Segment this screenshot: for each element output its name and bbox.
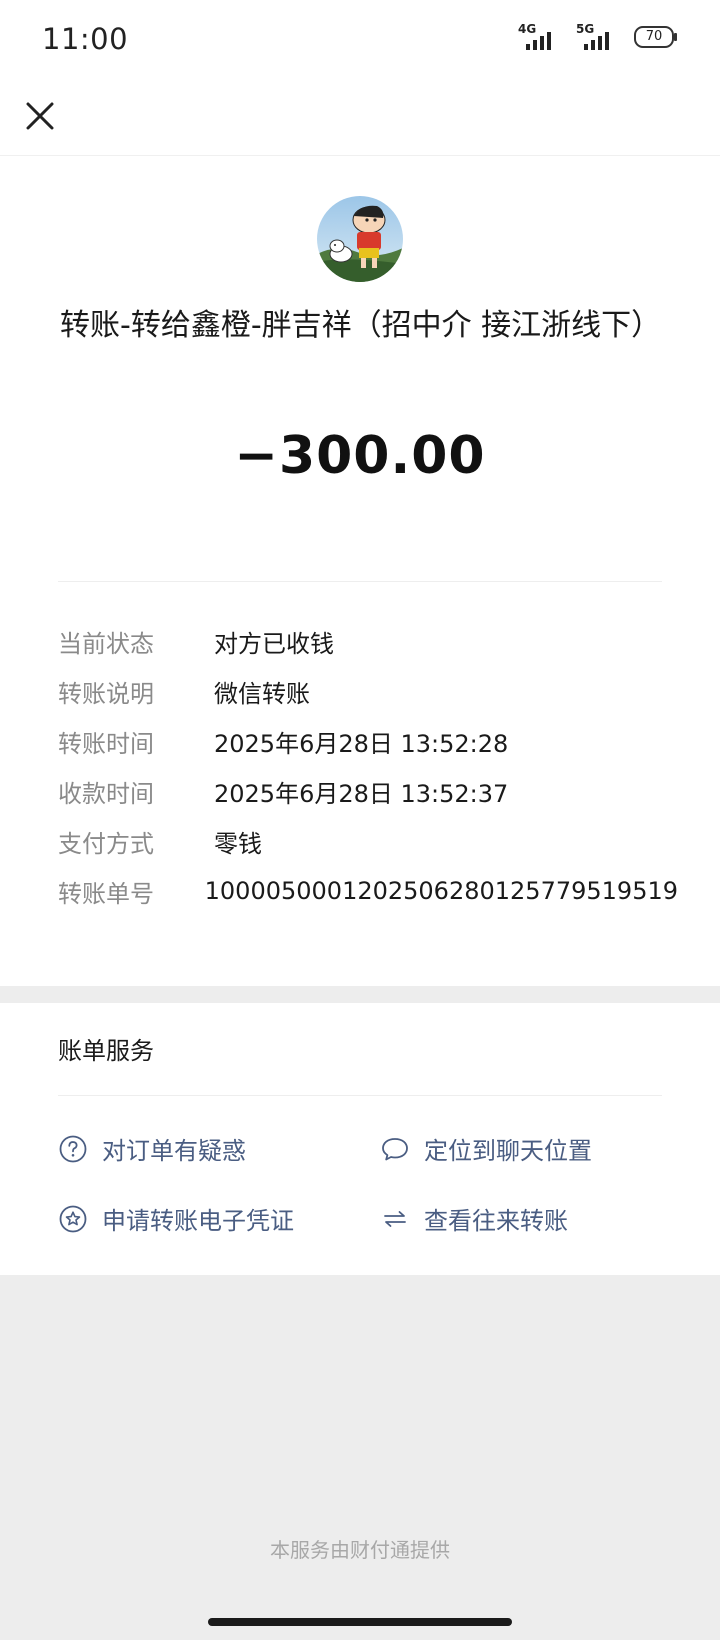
- detail-row-receive-time: 收款时间 2025年6月28日 13:52:37: [58, 766, 678, 816]
- detail-row-transfer-time: 转账时间 2025年6月28日 13:52:28: [58, 716, 678, 766]
- locate-chat-link[interactable]: 定位到聊天位置: [380, 1131, 592, 1166]
- detail-value: 2025年6月28日 13:52:37: [214, 779, 509, 808]
- detail-value: 2025年6月28日 13:52:28: [214, 729, 509, 758]
- signal-5g-icon: 5G: [576, 22, 622, 50]
- detail-value: 对方已收钱: [214, 629, 334, 658]
- bill-services: 账单服务 对订单有疑惑 定位到聊天位置 申请转账电子凭证 查看往来转账: [0, 1003, 720, 1275]
- status-icons: 4G 5G 70: [518, 22, 677, 50]
- question-circle-icon: [59, 1135, 87, 1162]
- avatar: [317, 196, 403, 282]
- signal-4g-icon: 4G: [518, 22, 564, 50]
- services-title: 账单服务: [58, 1037, 154, 1065]
- status-time: 11:00: [42, 22, 129, 56]
- service-label: 查看往来转账: [424, 1207, 568, 1235]
- detail-label: 转账说明: [58, 679, 154, 708]
- transfer-title: 转账-转给鑫橙-胖吉祥（招中介 接江浙线下）: [60, 308, 662, 343]
- home-indicator[interactable]: [208, 1618, 512, 1626]
- view-transfers-link[interactable]: 查看往来转账: [380, 1201, 568, 1236]
- detail-label: 转账单号: [58, 879, 154, 908]
- close-icon: [26, 102, 54, 130]
- detail-list: 当前状态 对方已收钱 转账说明 微信转账 转账时间 2025年6月28日 13:…: [58, 616, 678, 916]
- service-label: 对订单有疑惑: [102, 1137, 246, 1165]
- detail-row-payment-method: 支付方式 零钱: [58, 816, 678, 866]
- chat-bubble-icon: [382, 1137, 408, 1160]
- close-button[interactable]: [20, 96, 60, 136]
- star-circle-icon: [59, 1205, 87, 1232]
- provider-footer: 本服务由财付通提供: [270, 1538, 450, 1562]
- service-label: 申请转账电子凭证: [102, 1207, 294, 1235]
- order-question-link[interactable]: 对订单有疑惑: [58, 1131, 246, 1166]
- battery-icon: 70: [634, 26, 677, 48]
- detail-label: 支付方式: [58, 829, 154, 858]
- status-bar: 11:00 4G 5G 70: [0, 0, 720, 80]
- transfer-arrows-icon: [384, 1210, 406, 1227]
- detail-row-transfer-id: 转账单号 1000050001202506280125779519519: [58, 866, 678, 916]
- detail-row-status: 当前状态 对方已收钱: [58, 616, 678, 666]
- detail-label: 收款时间: [58, 779, 154, 808]
- detail-value: 1000050001202506280125779519519: [204, 877, 678, 905]
- detail-value: 零钱: [214, 829, 262, 858]
- service-label: 定位到聊天位置: [424, 1137, 592, 1165]
- detail-label: 转账时间: [58, 729, 154, 758]
- transfer-amount: −300.00: [234, 426, 486, 486]
- request-voucher-link[interactable]: 申请转账电子凭证: [58, 1201, 294, 1236]
- top-nav: [0, 80, 720, 156]
- detail-row-note: 转账说明 微信转账: [58, 666, 678, 716]
- divider: [58, 581, 662, 582]
- detail-value: 微信转账: [214, 679, 310, 708]
- transfer-detail-card: 转账-转给鑫橙-胖吉祥（招中介 接江浙线下） −300.00 当前状态 对方已收…: [0, 156, 720, 986]
- divider: [58, 1095, 662, 1096]
- detail-label: 当前状态: [58, 629, 154, 658]
